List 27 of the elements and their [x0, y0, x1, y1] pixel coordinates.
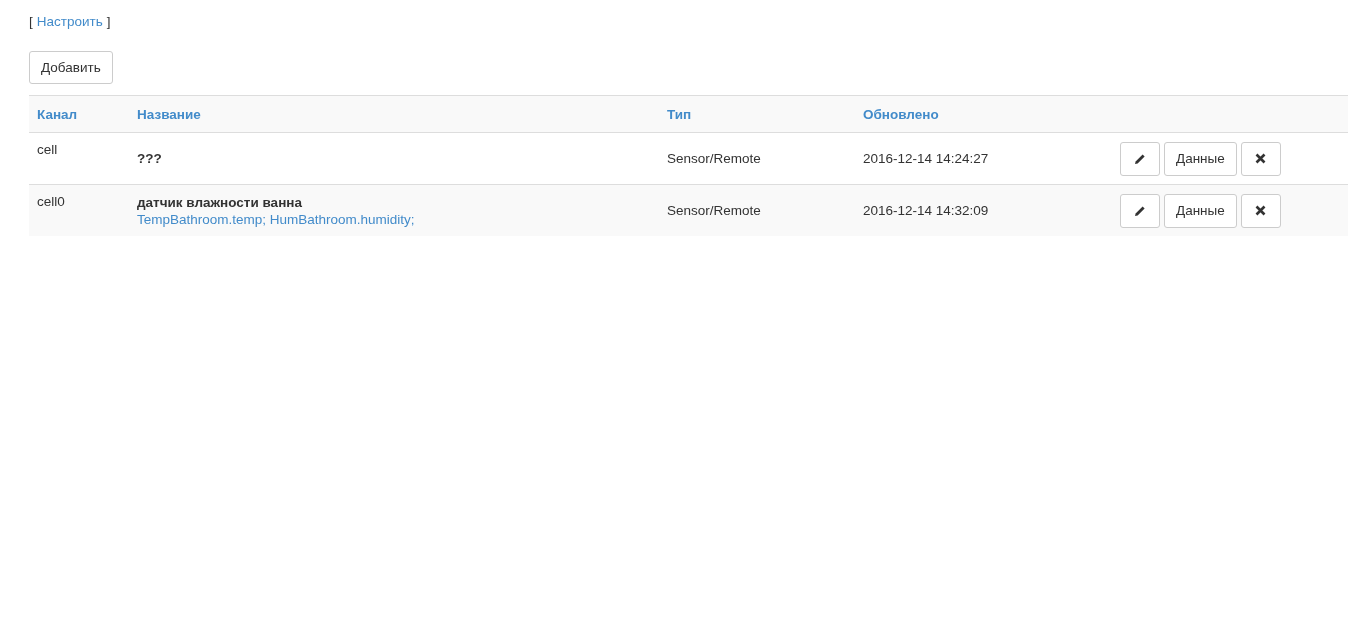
linked-items[interactable]: TempBathroom.temp; HumBathroom.humidity; — [137, 211, 415, 227]
table-cell: cell — [37, 142, 58, 157]
pencil-icon — [1134, 152, 1146, 165]
column-header[interactable]: Название — [137, 106, 201, 122]
configure-link[interactable]: Настроить — [36, 14, 103, 29]
data-button[interactable]: Данные — [1164, 141, 1237, 176]
edit-button[interactable] — [1120, 193, 1160, 228]
device-name: ??? — [137, 151, 162, 166]
table-cell: 2016-12-14 14:24:27 — [863, 151, 989, 166]
column-header[interactable]: Тип — [667, 106, 692, 122]
delete-button[interactable] — [1240, 193, 1281, 228]
close-icon — [1255, 205, 1267, 216]
bracket: [ — [29, 14, 33, 29]
table-cell: Sensor/Remote — [667, 203, 761, 218]
edit-button[interactable] — [1120, 141, 1160, 176]
add-button[interactable]: Добавить — [29, 51, 113, 84]
close-icon — [1255, 153, 1267, 164]
pencil-icon — [1134, 204, 1146, 217]
table-cell: Sensor/Remote — [667, 151, 761, 166]
table-cell: cell0 — [37, 194, 65, 209]
column-header[interactable]: Канал — [37, 106, 78, 122]
device-name: датчик влажности ванна — [137, 194, 302, 210]
data-button[interactable]: Данные — [1164, 193, 1237, 228]
column-header[interactable]: Обновлено — [863, 106, 939, 122]
table-cell: 2016-12-14 14:32:09 — [863, 203, 989, 218]
bracket: ] — [106, 14, 111, 29]
delete-button[interactable] — [1240, 141, 1281, 176]
